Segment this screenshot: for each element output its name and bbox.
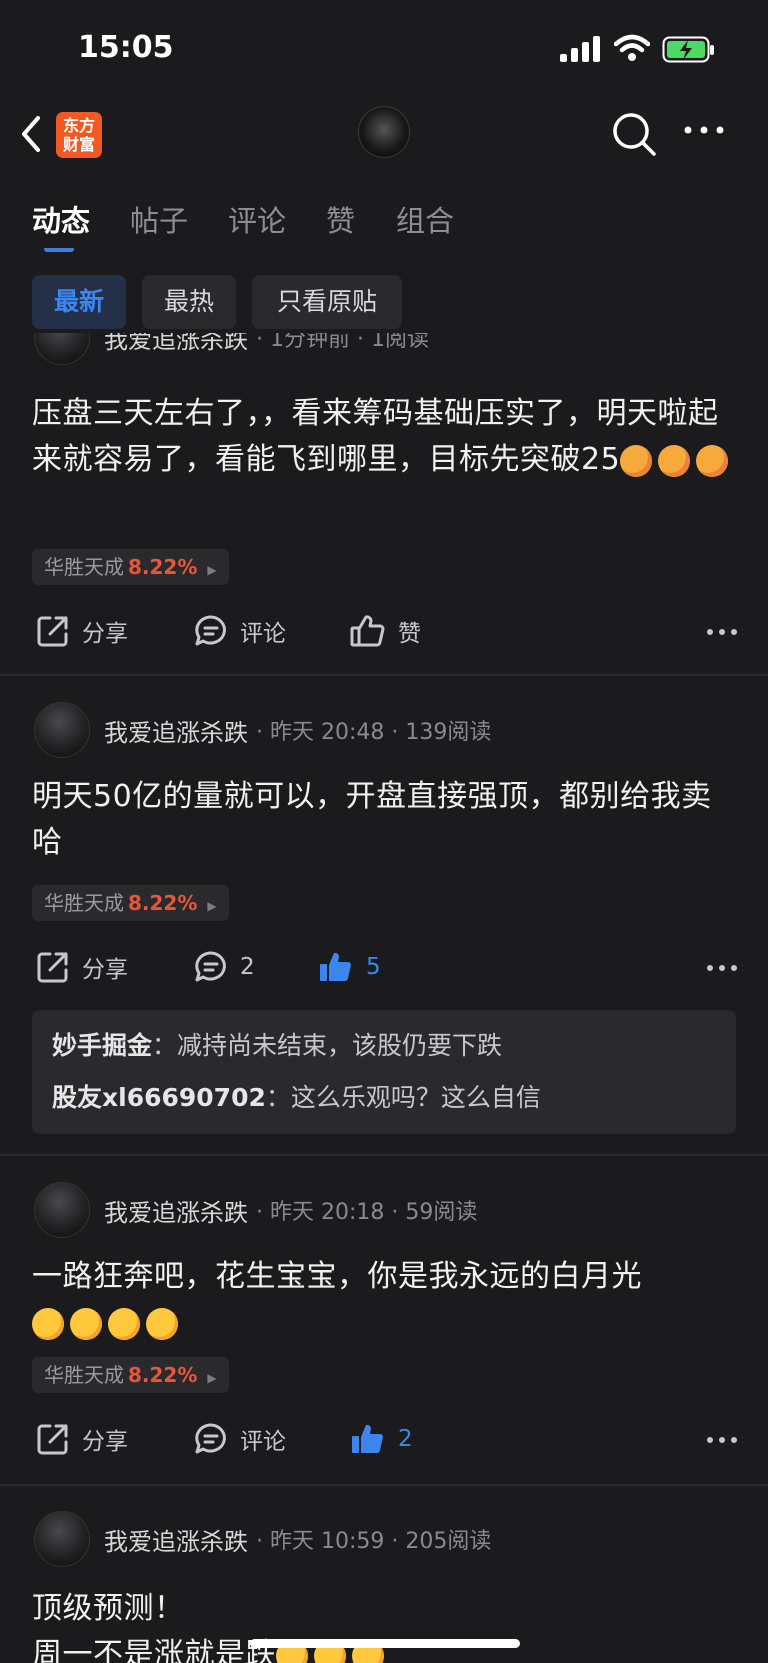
post-author-row: 我爱追涨杀跌 · 1分钟前 · 1阅读 [34,333,429,365]
reply-text: 这么乐观吗？这么自信 [290,1083,541,1112]
comment-icon [195,615,226,646]
share-icon [37,1424,68,1455]
search-icon[interactable] [610,110,658,158]
flushed-emoji-icon [108,1307,140,1340]
post-author-row: 我爱追涨杀跌 · 昨天 10:59 · 205阅读 [34,1511,491,1567]
tab-likes[interactable]: 赞 [326,198,355,240]
filter-original-only[interactable]: 只看原贴 [252,275,402,329]
author-avatar[interactable] [34,702,90,758]
hug-emoji-icon [620,444,653,477]
arrow-right-icon: ▶ [207,899,217,913]
reply-item: 股友xl66690702：这么乐观吗？这么自信 [52,1083,541,1112]
reply-preview-box[interactable]: 妙手掘金：减持尚未结束，该股仍要下跌 股友xl66690702：这么乐观吗？这么… [32,1010,736,1134]
status-bar: 15:05 [0,0,768,100]
home-indicator [250,1639,520,1648]
tab-portfolio[interactable]: 组合 [396,198,454,240]
post-text: 一路狂奔吧，花生宝宝，你是我永远的白月光 [32,1254,742,1346]
thumbs-up-filled-icon [352,1424,383,1453]
comment-button[interactable]: 2 [194,950,255,984]
post-text: 顶级预测！ 周一不是涨就是跌 [32,1586,742,1663]
tab-posts[interactable]: 帖子 [130,198,188,240]
author-name[interactable]: 我爱追涨杀跌 [104,1522,248,1557]
author-name[interactable]: 我爱追涨杀跌 [104,1193,248,1228]
author-name[interactable]: 我爱追涨杀跌 [104,333,248,355]
reply-item: 妙手掘金：减持尚未结束，该股仍要下跌 [52,1031,503,1060]
arrow-right-icon: ▶ [207,1371,217,1385]
like-button[interactable]: 2 [350,1422,413,1456]
comment-icon [195,1423,226,1454]
back-icon[interactable] [18,114,44,154]
thumbs-up-filled-icon [320,952,351,981]
nav-bar: 东方 财富 [0,100,768,176]
post-text: 明天50亿的量就可以，开盘直接强顶，都别给我卖哈 [32,779,712,860]
divider [0,1484,768,1486]
author-avatar[interactable] [34,333,90,365]
post-meta: · 1分钟前 · 1阅读 [256,333,429,352]
stock-tag[interactable]: 华胜天成 8.22% ▶ [32,1357,229,1393]
filter-latest[interactable]: 最新 [32,275,126,329]
flushed-emoji-icon [32,1307,64,1340]
like-button[interactable]: 赞 [350,614,421,648]
wifi-icon [614,34,650,61]
stock-tag[interactable]: 华胜天成 8.22% ▶ [32,885,229,921]
post-author-row: 我爱追涨杀跌 · 昨天 20:18 · 59阅读 [34,1182,477,1238]
divider [0,674,768,676]
status-time: 15:05 [78,30,174,65]
tab-bar: 动态 帖子 评论 赞 组合 [0,180,768,252]
filter-bar: 最新 最热 只看原贴 [0,275,768,333]
author-name[interactable]: 我爱追涨杀跌 [104,713,248,748]
more-icon[interactable] [682,124,728,136]
flushed-emoji-icon [70,1307,102,1340]
app-logo: 东方 财富 [56,112,102,158]
post-meta: · 昨天 20:18 · 59阅读 [256,1200,478,1225]
stock-name: 华胜天成 [44,1363,124,1387]
thumbs-up-icon [350,615,385,647]
like-count: 2 [398,1426,413,1452]
share-icon [37,616,68,647]
post-author-row: 我爱追涨杀跌 · 昨天 20:48 · 139阅读 [34,702,491,758]
reply-user[interactable]: 妙手掘金 [52,1031,152,1060]
more-icon[interactable] [706,628,738,636]
flushed-emoji-icon [146,1307,178,1340]
comment-button[interactable]: 评论 [194,1422,286,1456]
tab-dynamics[interactable]: 动态 [32,198,90,240]
arrow-right-icon: ▶ [207,563,217,577]
stock-tag[interactable]: 华胜天成 8.22% ▶ [32,549,229,585]
stock-name: 华胜天成 [44,891,124,915]
stock-change: 8.22% [128,555,198,579]
like-button[interactable]: 5 [318,950,381,984]
tab-comments[interactable]: 评论 [228,198,286,240]
reply-user[interactable]: 股友xl66690702 [52,1083,266,1112]
stock-change: 8.22% [128,891,198,915]
author-avatar[interactable] [34,1182,90,1238]
post-meta: · 昨天 10:59 · 205阅读 [256,1529,492,1554]
share-button[interactable]: 分享 [36,1422,128,1456]
comment-icon [195,951,226,982]
divider [0,1154,768,1156]
reply-text: 减持尚未结束，该股仍要下跌 [177,1031,503,1060]
signal-icon [560,36,600,62]
share-button[interactable]: 分享 [36,614,128,648]
tab-indicator [44,242,74,252]
post-text: 压盘三天左右了，，看来筹码基础压实了，明天啦起来就容易了，看能飞到哪里，目标先突… [32,391,742,483]
stock-name: 华胜天成 [44,555,124,579]
hug-emoji-icon [658,444,691,477]
more-icon[interactable] [706,1436,738,1444]
filter-hot[interactable]: 最热 [142,275,236,329]
author-avatar[interactable] [34,1511,90,1567]
hug-emoji-icon [696,444,729,477]
battery-icon [662,36,714,63]
comment-button[interactable]: 评论 [194,614,286,648]
share-icon [37,952,68,983]
profile-avatar[interactable] [358,106,410,158]
more-icon[interactable] [706,964,738,972]
share-button[interactable]: 分享 [36,950,128,984]
stock-change: 8.22% [128,1363,198,1387]
like-count: 5 [366,954,381,980]
comment-count: 2 [240,954,255,980]
post-meta: · 昨天 20:48 · 139阅读 [256,720,492,745]
